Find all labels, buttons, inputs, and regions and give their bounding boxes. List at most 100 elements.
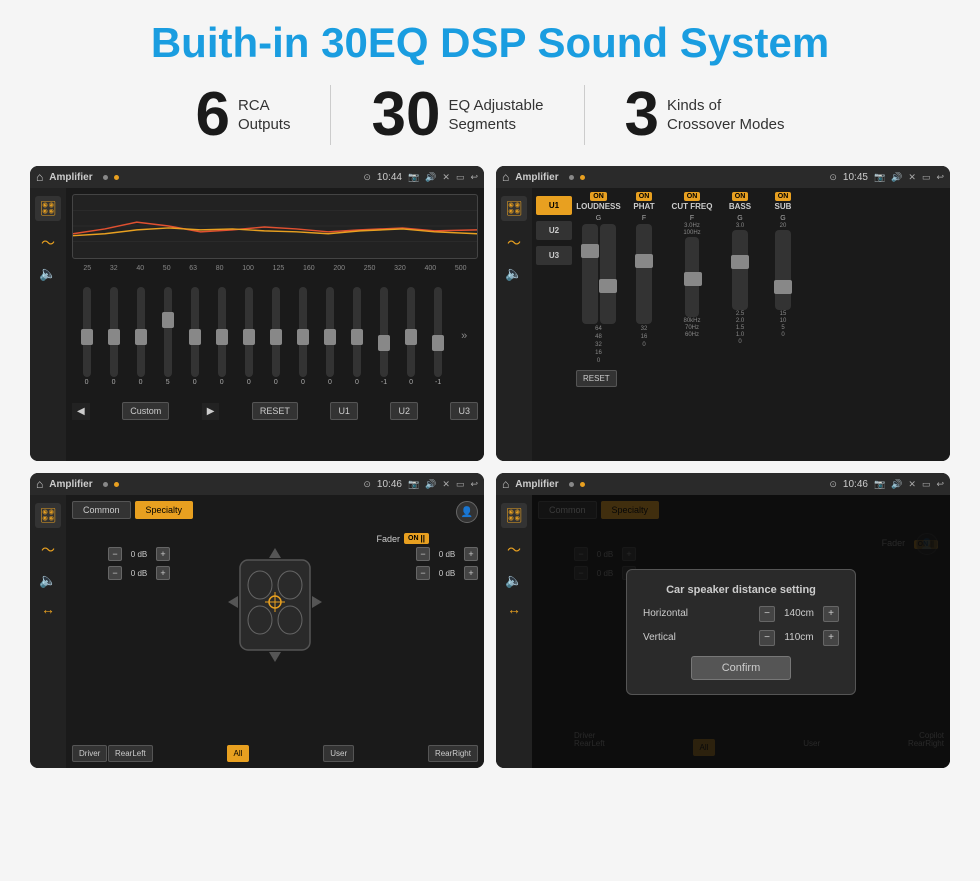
confirm-button[interactable]: Confirm: [691, 656, 792, 680]
vertical-minus[interactable]: −: [759, 630, 775, 646]
sidebar-wave-icon-2[interactable]: 〜: [507, 233, 521, 253]
preset-u1[interactable]: U1: [536, 196, 572, 215]
home-icon-3[interactable]: ⌂: [36, 477, 43, 491]
slider-thumb-7[interactable]: [270, 329, 282, 345]
sidebar-speaker-icon[interactable]: 🔈: [39, 265, 56, 282]
slider-thumb-8[interactable]: [297, 329, 309, 345]
sidebar-speaker-icon-4[interactable]: 🔈: [505, 572, 522, 589]
slider-thumb-9[interactable]: [324, 329, 336, 345]
prev-btn[interactable]: ◀: [72, 403, 90, 420]
sidebar-speaker-icon-3[interactable]: 🔈: [39, 572, 56, 589]
u2-btn[interactable]: U2: [390, 402, 418, 420]
loudness-thumb-1[interactable]: [581, 244, 599, 258]
sidebar-speaker-icon-2[interactable]: 🔈: [505, 265, 522, 282]
eq-slider-3: 5: [164, 287, 172, 386]
slider-thumb-6[interactable]: [243, 329, 255, 345]
car-svg: [225, 540, 325, 670]
sidebar-tune-icon-4[interactable]: 🎛: [501, 503, 527, 528]
slider-thumb-10[interactable]: [351, 329, 363, 345]
preset-u2[interactable]: U2: [536, 221, 572, 240]
slider-thumb-13[interactable]: [432, 335, 444, 351]
horizontal-minus[interactable]: −: [759, 606, 775, 622]
eq-slider-7: 0: [272, 287, 280, 386]
cutfreq-on[interactable]: ON: [684, 192, 701, 201]
sidebar-tune-icon-3[interactable]: 🎛: [35, 503, 61, 528]
stat-crossover: 3 Kinds ofCrossover Modes: [585, 84, 825, 146]
profile-icon-3[interactable]: 👤: [456, 501, 478, 523]
rearright-btn[interactable]: RearRight: [428, 745, 478, 762]
rect-icon-2: ▭: [922, 172, 931, 183]
back-icon-2[interactable]: ↩: [936, 172, 944, 183]
sub-slider[interactable]: [775, 230, 791, 310]
slider-thumb-11[interactable]: [378, 335, 390, 351]
vol-minus-2[interactable]: −: [108, 566, 122, 580]
bass-on[interactable]: ON: [732, 192, 749, 201]
sidebar-wave-icon[interactable]: 〜: [41, 233, 55, 253]
vol-plus-3[interactable]: +: [464, 547, 478, 561]
custom-preset-btn[interactable]: Custom: [122, 402, 169, 420]
sidebar-arrows-icon-4[interactable]: ↔: [507, 601, 521, 617]
rearleft-btn[interactable]: RearLeft: [108, 745, 153, 762]
vol-minus-3[interactable]: −: [416, 547, 430, 561]
home-icon-4[interactable]: ⌂: [502, 477, 509, 491]
vol-plus-1[interactable]: +: [156, 547, 170, 561]
slider-thumb-3[interactable]: [162, 312, 174, 328]
bass-thumb[interactable]: [731, 255, 749, 269]
slider-thumb-1[interactable]: [108, 329, 120, 345]
status-title-1: Amplifier: [49, 172, 92, 183]
sub-thumb[interactable]: [774, 280, 792, 294]
slider-thumb-2[interactable]: [135, 329, 147, 345]
vol-plus-4[interactable]: +: [464, 566, 478, 580]
crossover-reset-btn[interactable]: RESET: [576, 370, 617, 387]
cutfreq-thumb[interactable]: [684, 272, 702, 286]
phat-on[interactable]: ON: [636, 192, 653, 201]
stat-label-eq: EQ AdjustableSegments: [448, 96, 543, 135]
loudness-on[interactable]: ON: [590, 192, 607, 201]
tab-common[interactable]: Common: [72, 501, 131, 519]
reset-btn[interactable]: RESET: [252, 402, 298, 420]
eq-slider-6: 0: [245, 287, 253, 386]
loudness-slider-1[interactable]: [582, 224, 598, 324]
screen-content-1: 🎛 〜 🔈: [30, 188, 484, 461]
next-btn[interactable]: ▶: [202, 403, 220, 420]
back-icon-4[interactable]: ↩: [936, 479, 944, 490]
back-icon-1[interactable]: ↩: [470, 172, 478, 183]
home-icon-2[interactable]: ⌂: [502, 170, 509, 184]
sidebar-tune-icon[interactable]: 🎛: [35, 196, 61, 221]
eq-slider-13: -1: [434, 287, 442, 386]
sidebar-arrows-icon-3[interactable]: ↔: [41, 601, 55, 617]
vertical-plus[interactable]: +: [823, 630, 839, 646]
cutfreq-slider[interactable]: [685, 237, 699, 317]
loudness-slider-2[interactable]: [600, 224, 616, 324]
sidebar-wave-icon-3[interactable]: 〜: [41, 540, 55, 560]
all-btn[interactable]: All: [227, 745, 250, 762]
slider-thumb-12[interactable]: [405, 329, 417, 345]
sidebar-wave-icon-4[interactable]: 〜: [507, 540, 521, 560]
slider-thumb-4[interactable]: [189, 329, 201, 345]
preset-u3[interactable]: U3: [536, 246, 572, 265]
loudness-thumb-2[interactable]: [599, 279, 617, 293]
vol-plus-2[interactable]: +: [156, 566, 170, 580]
u1-btn[interactable]: U1: [330, 402, 358, 420]
dialog-main: Common Specialty Fader ON || 👤 −0 dB+ −0…: [532, 495, 950, 768]
vol-minus-4[interactable]: −: [416, 566, 430, 580]
slider-thumb-0[interactable]: [81, 329, 93, 345]
phat-thumb[interactable]: [635, 254, 653, 268]
driver-btn[interactable]: Driver: [72, 745, 107, 762]
user-btn[interactable]: User: [323, 745, 354, 762]
horizontal-plus[interactable]: +: [823, 606, 839, 622]
sub-on[interactable]: ON: [775, 192, 792, 201]
more-icon[interactable]: »: [461, 330, 467, 342]
u3-btn[interactable]: U3: [450, 402, 478, 420]
back-icon-3[interactable]: ↩: [470, 479, 478, 490]
status-bar-4: ⌂ Amplifier ⊙ 10:46 📷 🔊 ✕ ▭ ↩: [496, 473, 950, 495]
sidebar-tune-icon-2[interactable]: 🎛: [501, 196, 527, 221]
slider-thumb-5[interactable]: [216, 329, 228, 345]
bass-slider[interactable]: [732, 230, 748, 310]
phat-slider[interactable]: [636, 224, 652, 324]
fader-on-toggle[interactable]: ON ||: [404, 533, 429, 544]
vol-minus-1[interactable]: −: [108, 547, 122, 561]
tab-specialty[interactable]: Specialty: [135, 501, 194, 519]
eq-curve-area: [72, 194, 478, 259]
home-icon-1[interactable]: ⌂: [36, 170, 43, 184]
